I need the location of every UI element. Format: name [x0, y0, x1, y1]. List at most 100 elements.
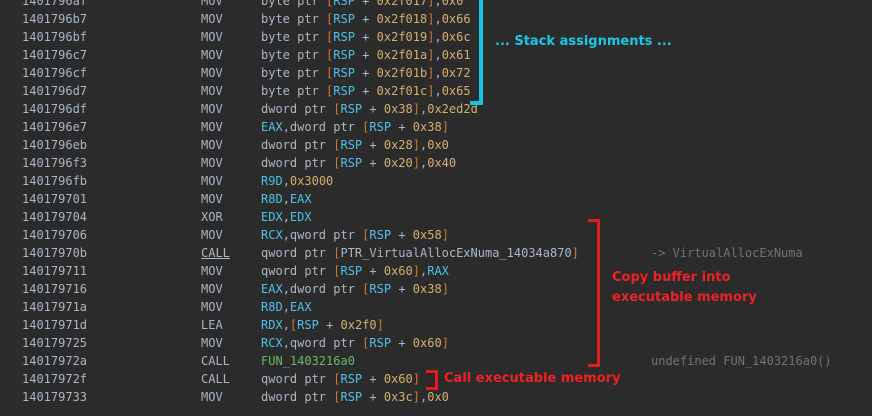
mnemonic[interactable]: MOV [201, 118, 223, 136]
listing-row[interactable]: 1401796c7 MOV byte ptr [RSP + 0x2f01a],0x6… [0, 46, 872, 64]
listing-row[interactable]: 14017971d LEA RDX,[RSP + 0x2f0] [0, 316, 872, 334]
address[interactable]: 1401796af [22, 0, 87, 10]
operand-token: RSP [340, 372, 363, 386]
mnemonic[interactable]: MOV [201, 100, 223, 118]
mnemonic[interactable]: MOV [201, 28, 223, 46]
address[interactable]: 140179701 [22, 190, 87, 208]
listing-row[interactable]: 1401796d7 MOV byte ptr [RSP + 0x2f01c],0x6… [0, 82, 872, 100]
address[interactable]: 1401796f3 [22, 154, 87, 172]
address[interactable]: 14017971a [22, 298, 87, 316]
listing-row[interactable]: 140179706 MOV RCX,qword ptr [RSP + 0x58] [0, 226, 872, 244]
listing-row[interactable]: 140179711 MOV qword ptr [RSP + 0x60],RAX [0, 262, 872, 280]
mnemonic[interactable]: LEA [201, 316, 223, 334]
operands[interactable]: qword ptr [PTR_VirtualAllocExNuma_14034a… [261, 244, 579, 262]
operands[interactable]: RCX,qword ptr [RSP + 0x60] [261, 334, 449, 352]
listing-row[interactable]: 140179704 XOR EDX,EDX [0, 208, 872, 226]
mnemonic[interactable]: MOV [201, 226, 223, 244]
address[interactable]: 1401796cf [22, 64, 87, 82]
listing-row[interactable]: 14017970b CALL qword ptr [PTR_VirtualAlloc… [0, 244, 872, 262]
listing-row[interactable]: 1401796af MOV byte ptr [RSP + 0x2f017],0x0 [0, 0, 872, 10]
address[interactable]: 1401796b7 [22, 10, 87, 28]
mnemonic[interactable]: MOV [201, 82, 223, 100]
address[interactable]: 140179711 [22, 262, 87, 280]
address[interactable]: 140179704 [22, 208, 87, 226]
operands[interactable]: EAX,dword ptr [RSP + 0x38] [261, 118, 449, 136]
operands[interactable]: dword ptr [RSP + 0x3c],0x0 [261, 388, 449, 406]
listing-row[interactable]: 1401796cf MOV byte ptr [RSP + 0x2f01b],0x7… [0, 64, 872, 82]
address[interactable]: 1401796e7 [22, 118, 87, 136]
mnemonic[interactable]: MOV [201, 190, 223, 208]
operands[interactable]: EAX,dword ptr [RSP + 0x38] [261, 280, 449, 298]
mnemonic[interactable]: MOV [201, 64, 223, 82]
listing-row[interactable]: 140179701 MOV R8D,EAX [0, 190, 872, 208]
mnemonic[interactable]: XOR [201, 208, 223, 226]
operands[interactable]: FUN_1403216a0 [261, 352, 355, 370]
xref-comment[interactable]: -> VirtualAllocExNuma [651, 244, 803, 262]
listing-row[interactable]: 1401796df MOV dword ptr [RSP + 0x38],0x2ed… [0, 100, 872, 118]
address[interactable]: 140179706 [22, 226, 87, 244]
operands[interactable]: dword ptr [RSP + 0x20],0x40 [261, 154, 456, 172]
mnemonic[interactable]: MOV [201, 280, 223, 298]
operands[interactable]: qword ptr [RSP + 0x60] [261, 370, 420, 388]
disassembly-listing[interactable]: 1401796af MOV byte ptr [RSP + 0x2f017],0x0… [0, 0, 872, 406]
xref-comment[interactable]: undefined FUN_1403216a0() [651, 352, 832, 370]
operands[interactable]: byte ptr [RSP + 0x2f01c],0x65 [261, 82, 471, 100]
operands[interactable]: dword ptr [RSP + 0x38],0x2ed2d [261, 100, 478, 118]
operands[interactable]: qword ptr [RSP + 0x60],RAX [261, 262, 449, 280]
mnemonic[interactable]: MOV [201, 0, 223, 10]
mnemonic[interactable]: MOV [201, 154, 223, 172]
mnemonic[interactable]: CALL [201, 370, 230, 388]
listing-row[interactable]: 140179733 MOV dword ptr [RSP + 0x3c],0x0 [0, 388, 872, 406]
mnemonic[interactable]: MOV [201, 172, 223, 190]
mnemonic[interactable]: CALL [201, 244, 230, 262]
operands[interactable]: R9D,0x3000 [261, 172, 333, 190]
operands[interactable]: RCX,qword ptr [RSP + 0x58] [261, 226, 449, 244]
listing-row[interactable]: 1401796f3 MOV dword ptr [RSP + 0x20],0x40 [0, 154, 872, 172]
address[interactable]: 14017972f [22, 370, 87, 388]
mnemonic[interactable]: CALL [201, 352, 230, 370]
operands[interactable]: dword ptr [RSP + 0x28],0x0 [261, 136, 449, 154]
operands[interactable]: byte ptr [RSP + 0x2f019],0x6c [261, 28, 471, 46]
operands[interactable]: R8D,EAX [261, 298, 312, 316]
operands[interactable]: byte ptr [RSP + 0x2f018],0x66 [261, 10, 471, 28]
address[interactable]: 1401796d7 [22, 82, 87, 100]
listing-row[interactable]: 1401796eb MOV dword ptr [RSP + 0x28],0x0 [0, 136, 872, 154]
mnemonic[interactable]: MOV [201, 46, 223, 64]
address[interactable]: 14017971d [22, 316, 87, 334]
stack-assignments-bracket [470, 0, 483, 105]
address[interactable]: 1401796bf [22, 28, 87, 46]
listing-row[interactable]: 1401796e7 MOV EAX,dword ptr [RSP + 0x38] [0, 118, 872, 136]
mnemonic[interactable]: MOV [201, 262, 223, 280]
listing-row[interactable]: 1401796fb MOV R9D,0x3000 [0, 172, 872, 190]
mnemonic[interactable]: MOV [201, 136, 223, 154]
listing-row[interactable]: 14017972a CALL FUN_1403216a0 undefined FUN_… [0, 352, 872, 370]
operands[interactable]: byte ptr [RSP + 0x2f01b],0x72 [261, 64, 471, 82]
address[interactable]: 1401796eb [22, 136, 87, 154]
operands[interactable]: RDX,[RSP + 0x2f0] [261, 316, 384, 334]
operand-token: ] [441, 228, 449, 242]
mnemonic[interactable]: MOV [201, 10, 223, 28]
operand-token: RCX [261, 336, 283, 350]
mnemonic[interactable]: MOV [201, 388, 223, 406]
operands[interactable]: byte ptr [RSP + 0x2f01a],0x61 [261, 46, 471, 64]
operand-token: RSP [333, 0, 355, 8]
listing-row[interactable]: 1401796b7 MOV byte ptr [RSP + 0x2f018],0x6… [0, 10, 872, 28]
listing-row[interactable]: 140179725 MOV RCX,qword ptr [RSP + 0x60] [0, 334, 872, 352]
address[interactable]: 1401796df [22, 100, 87, 118]
operands[interactable]: R8D,EAX [261, 190, 312, 208]
address[interactable]: 140179725 [22, 334, 87, 352]
address[interactable]: 1401796fb [22, 172, 87, 190]
operand-token: ,dword ptr [282, 282, 363, 296]
mnemonic[interactable]: MOV [201, 334, 223, 352]
operands[interactable]: byte ptr [RSP + 0x2f017],0x0 [261, 0, 463, 10]
address[interactable]: 140179733 [22, 388, 87, 406]
mnemonic[interactable]: MOV [201, 298, 223, 316]
operands[interactable]: EDX,EDX [261, 208, 312, 226]
listing-row[interactable]: 1401796bf MOV byte ptr [RSP + 0x2f019],0x6… [0, 28, 872, 46]
address[interactable]: 14017972a [22, 352, 87, 370]
address[interactable]: 140179716 [22, 280, 87, 298]
operand-token: RCX [261, 228, 283, 242]
address[interactable]: 14017970b [22, 244, 87, 262]
address[interactable]: 1401796c7 [22, 46, 87, 64]
operand-token: 0x65 [441, 84, 471, 98]
